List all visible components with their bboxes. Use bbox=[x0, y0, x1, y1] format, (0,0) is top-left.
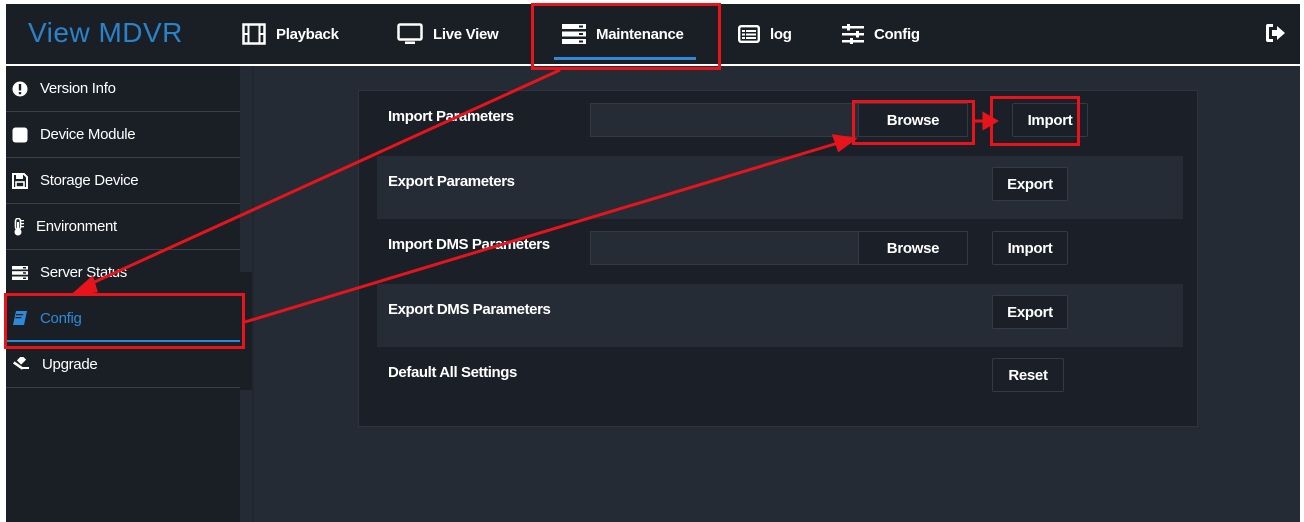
row-label: Export Parameters bbox=[388, 173, 515, 190]
tab-maintenance-label: Maintenance bbox=[596, 25, 684, 43]
sidebar-item-label: Device Module bbox=[40, 126, 136, 143]
sidebar-item-environment[interactable]: Environment bbox=[6, 204, 240, 250]
export-button[interactable]: Export bbox=[992, 167, 1068, 201]
floppy-disk-icon bbox=[12, 172, 28, 189]
divider bbox=[252, 66, 254, 522]
sidebar-item-storage-device[interactable]: Storage Device bbox=[6, 158, 240, 204]
sidebar-item-server-status[interactable]: Server Status bbox=[6, 250, 240, 296]
sidebar-item-label: Version Info bbox=[40, 80, 116, 97]
logout-button[interactable] bbox=[1264, 22, 1286, 49]
sidebar-item-label: Server Status bbox=[40, 264, 127, 281]
import-dms-button[interactable]: Import bbox=[992, 231, 1068, 265]
sign-out-icon bbox=[1266, 24, 1285, 42]
thermometer-icon bbox=[14, 217, 24, 235]
import-dms-parameters-row: Import DMS Parameters Browse Import bbox=[377, 219, 1183, 282]
sidebar-item-label: Config bbox=[40, 309, 82, 327]
sidebar-item-label: Upgrade bbox=[42, 356, 98, 373]
import-parameters-file-field[interactable]: Browse bbox=[590, 103, 968, 137]
monitor-icon bbox=[397, 23, 423, 44]
tab-playback-label: Playback bbox=[276, 25, 339, 43]
export-dms-button[interactable]: Export bbox=[992, 295, 1068, 329]
app-title: View MDVR bbox=[28, 17, 183, 48]
server-icon bbox=[562, 24, 586, 44]
sliders-icon bbox=[842, 24, 864, 44]
browse-button[interactable]: Browse bbox=[858, 232, 967, 264]
browse-button[interactable]: Browse bbox=[858, 104, 967, 136]
tab-playback[interactable]: Playback bbox=[242, 4, 339, 64]
book-icon bbox=[13, 311, 27, 325]
reset-button[interactable]: Reset bbox=[992, 358, 1064, 392]
square-icon bbox=[12, 127, 28, 142]
tab-log-label: log bbox=[770, 25, 792, 43]
import-button[interactable]: Import bbox=[1012, 103, 1088, 137]
config-panel: Import Parameters Browse Import Export P… bbox=[358, 90, 1198, 427]
import-parameters-row: Import Parameters Browse Import bbox=[377, 91, 1183, 154]
export-parameters-row: Export Parameters Export bbox=[377, 156, 1183, 219]
sidebar-item-label: Environment bbox=[36, 218, 117, 235]
gavel-icon bbox=[12, 356, 29, 370]
sidebar-edge bbox=[240, 272, 252, 390]
list-icon bbox=[738, 25, 760, 43]
export-dms-parameters-row: Export DMS Parameters Export bbox=[377, 284, 1183, 347]
sidebar-item-device-module[interactable]: Device Module bbox=[6, 112, 240, 158]
exclamation-circle-icon bbox=[12, 81, 28, 96]
row-label: Export DMS Parameters bbox=[388, 301, 551, 318]
sidebar-item-config[interactable]: Config bbox=[6, 296, 240, 342]
row-label: Import Parameters bbox=[388, 108, 514, 125]
server-icon bbox=[12, 265, 28, 280]
tab-config-label: Config bbox=[874, 25, 920, 43]
tab-live-view-label: Live View bbox=[433, 25, 499, 43]
sidebar-item-version-info[interactable]: Version Info bbox=[6, 66, 240, 112]
row-label: Import DMS Parameters bbox=[388, 236, 550, 253]
sidebar: Version Info Device Module Storage Devic… bbox=[6, 66, 240, 522]
tab-live-view[interactable]: Live View bbox=[397, 4, 499, 64]
film-icon bbox=[242, 23, 266, 45]
tab-maintenance[interactable]: Maintenance bbox=[554, 4, 696, 64]
tab-config[interactable]: Config bbox=[842, 4, 920, 64]
tab-log[interactable]: log bbox=[738, 4, 792, 64]
top-nav-bar: View MDVR Playback Live View Maintenance bbox=[6, 4, 1300, 64]
sidebar-item-label: Storage Device bbox=[40, 172, 139, 189]
import-dms-parameters-file-field[interactable]: Browse bbox=[590, 231, 968, 265]
sidebar-item-upgrade[interactable]: Upgrade bbox=[6, 342, 240, 388]
default-all-settings-row: Default All Settings Reset bbox=[377, 347, 1183, 410]
row-label: Default All Settings bbox=[388, 364, 517, 381]
